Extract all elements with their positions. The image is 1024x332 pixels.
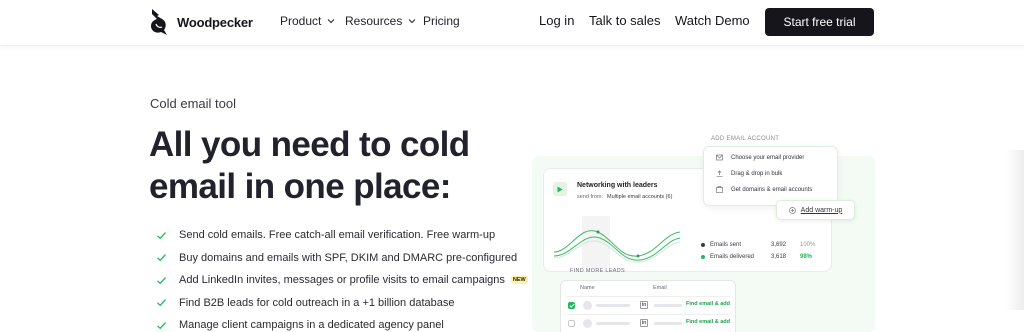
col-header-email: Email [653,285,667,291]
find-email-add-link[interactable]: Find email & add [686,319,730,325]
feature-item: Add LinkedIn invites, messages or profil… [156,269,528,292]
chart-point [596,230,600,234]
email-placeholder [654,304,682,307]
brand-logo[interactable]: Woodpecker [148,6,253,38]
feature-text: Add LinkedIn invites, messages or profil… [179,274,505,287]
headline-line-2: email in one place: [149,167,451,206]
upload-icon [716,170,723,177]
nav-pricing-label: Pricing [423,14,460,28]
row-divider [566,314,730,315]
name-placeholder [596,322,630,325]
woodpecker-logo-icon [151,9,167,35]
watch-demo-link[interactable]: Watch Demo [675,13,750,28]
check-icon [157,231,166,239]
campaign-title: Networking with leaders [577,182,658,189]
campaign-sparkline-chart [553,216,681,268]
stat-value: 3,618 [771,254,787,260]
check-icon [569,303,575,308]
add-warm-up-button[interactable]: Add warm-up [776,200,855,220]
send-from: send from: Multiple email accounts (6) [577,194,672,200]
hero-eyebrow: Cold email tool [150,96,236,111]
start-free-trial-button[interactable]: Start free trial [765,8,874,36]
feature-text: Buy domains and emails with SPF, DKIM an… [179,251,518,264]
linkedin-icon: in [640,319,648,327]
check-icon [157,254,166,262]
feature-item: Send cold emails. Free catch-all email v… [156,224,528,247]
talk-to-sales-link[interactable]: Talk to sales [589,13,661,28]
table-row[interactable]: in Find email & add [566,298,730,314]
menu-drag-drop[interactable]: Drag & drop in bulk [716,170,782,177]
stat-percent: 100% [800,242,816,248]
menu-choose-provider[interactable]: Choose your email provider [716,154,804,161]
feature-item: Buy domains and emails with SPF, DKIM an… [156,247,528,270]
warm-up-icon [788,206,796,214]
feature-item: Manage client campaigns in a dedicated a… [156,314,528,332]
stat-emails-sent: Emails sent [701,242,741,248]
stat-value: 3,692 [771,242,787,248]
new-badge: NEW [510,276,528,285]
feature-text: Find B2B leads for cold outreach in a +1… [179,296,455,309]
legend-dot [701,243,705,247]
linkedin-icon: in [640,301,648,309]
menu-item-label: Choose your email provider [731,154,805,161]
check-icon [157,321,166,329]
table-row[interactable]: in Find email & add [566,316,730,332]
feature-item: Find B2B leads for cold outreach in a +1… [156,292,528,315]
row-checkbox[interactable] [568,320,575,327]
play-icon [553,182,567,196]
top-nav: Woodpecker Product Resources Pricing Log… [0,0,1024,46]
stat-label: Emails sent [710,242,742,248]
avatar [583,301,592,310]
hero-headline: All you need to cold email in one place: [149,124,470,208]
email-placeholder [654,322,682,325]
menu-get-domains[interactable]: Get domains & email accounts [716,186,812,193]
nav-product[interactable]: Product [280,14,336,28]
name-placeholder [596,304,630,307]
scroll-shadow [1006,150,1024,310]
mail-icon [716,154,723,161]
find-leads-label: FIND MORE LEADS [570,268,625,274]
legend-dot [701,255,705,259]
nav-resources-label: Resources [345,14,403,28]
add-email-account-label: ADD EMAIL ACCOUNT [711,136,780,142]
nav-resources[interactable]: Resources [345,14,417,28]
warm-up-label: Add warm-up [800,206,843,214]
headline-line-1: All you need to cold [149,125,470,164]
chart-line-light [553,240,681,263]
brand-name: Woodpecker [177,14,253,30]
stat-emails-delivered: Emails delivered [701,254,754,260]
login-link[interactable]: Log in [539,13,574,28]
check-icon [157,276,166,284]
send-from-value: Multiple email accounts (6) [606,194,673,200]
cart-icon [716,186,723,193]
feature-list: Send cold emails. Free catch-all email v… [156,224,528,332]
row-divider [566,296,730,297]
feature-text: Manage client campaigns in a dedicated a… [179,319,444,332]
feature-text: Send cold emails. Free catch-all email v… [179,229,496,242]
chart-point [636,254,640,258]
find-email-add-link[interactable]: Find email & add [686,301,730,307]
nav-pricing[interactable]: Pricing [423,14,460,28]
nav-product-label: Product [280,14,322,28]
check-icon [157,299,166,307]
stat-percent: 98% [800,254,813,260]
chevron-down-icon [409,19,416,24]
menu-item-label: Get domains & email accounts [731,186,813,193]
menu-item-label: Drag & drop in bulk [731,170,783,177]
send-from-label: send from: [577,194,603,200]
stat-label: Emails delivered [710,254,755,260]
col-header-name: Name [580,285,595,291]
chevron-down-icon [328,19,335,24]
avatar [583,319,592,328]
